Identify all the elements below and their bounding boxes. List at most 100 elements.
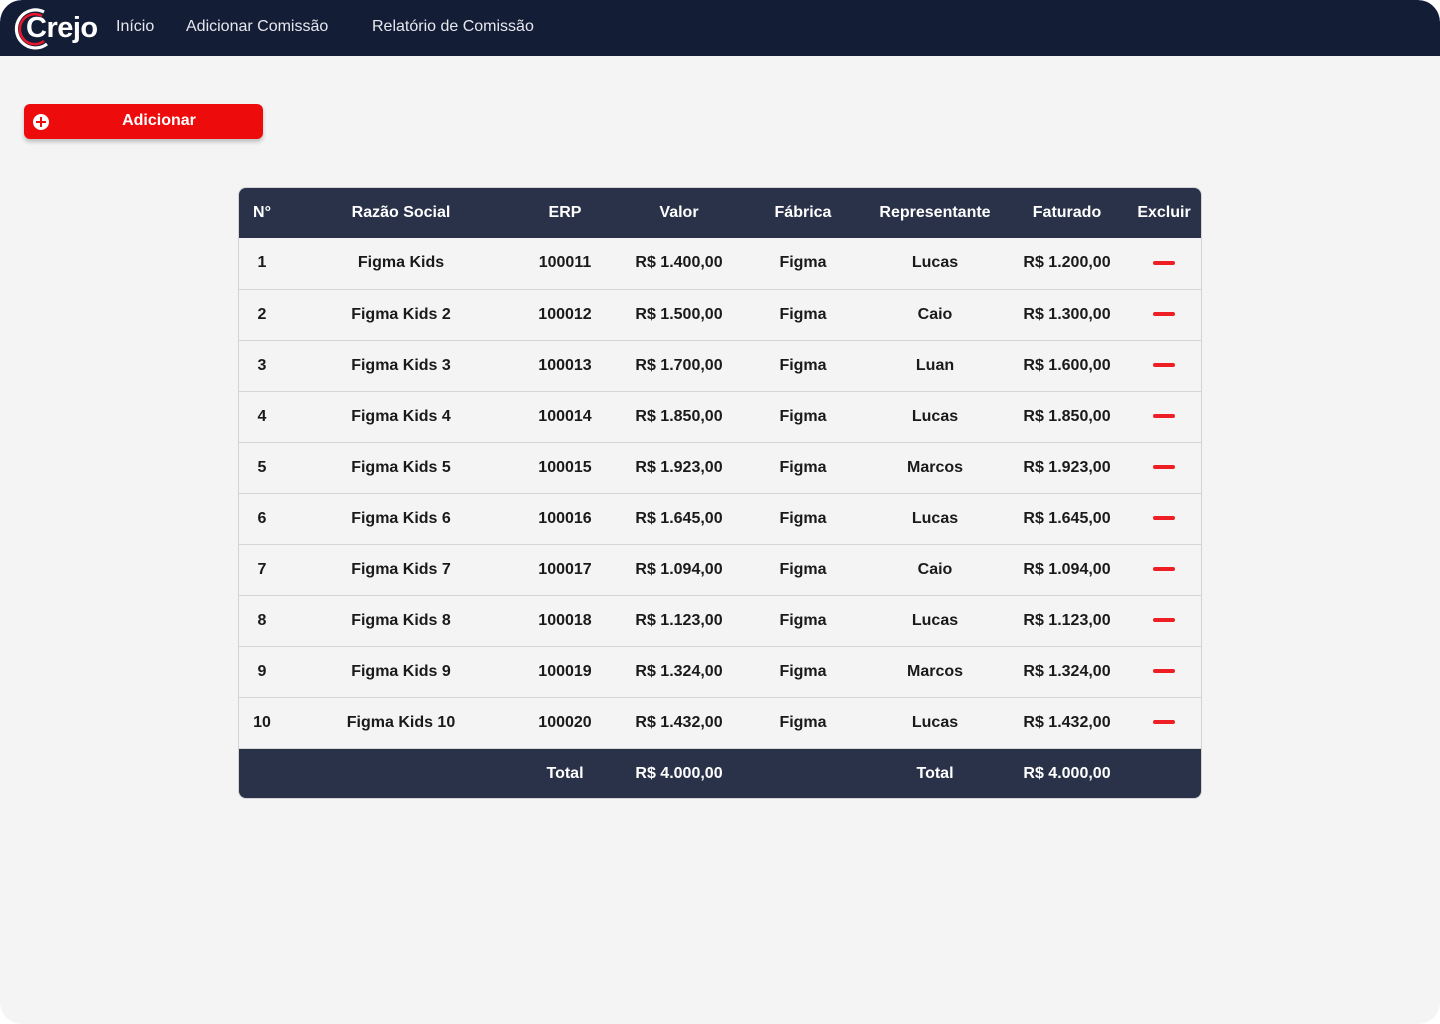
header-fabrica: Fábrica	[774, 204, 832, 221]
cell-representante: Luan	[915, 356, 955, 374]
footer-faturado-label: Total	[916, 764, 954, 782]
cell-numero: 3	[257, 356, 267, 374]
cell-representante: Marcos	[906, 458, 964, 476]
delete-row-minus-icon[interactable]	[1153, 312, 1175, 317]
brand-logo[interactable]: Crejo	[14, 6, 106, 50]
cell-numero: 9	[257, 662, 267, 680]
nav-item-adicionar-comissao[interactable]: Adicionar Comissão	[186, 18, 328, 36]
cell-excluir	[1125, 646, 1201, 697]
top-navbar: Crejo Início Adicionar Comissão Relatóri…	[0, 0, 1440, 56]
cell-excluir	[1125, 340, 1201, 391]
table-row: 5 Figma Kids 5 100015 R$ 1.923,00 Figma Marco…	[239, 442, 1201, 493]
table-row: 4 Figma Kids 4 100014 R$ 1.850,00 Figma Lucas…	[239, 391, 1201, 442]
cell-representante: Lucas	[911, 254, 959, 272]
cell-razao-social: Figma Kids 7	[351, 560, 451, 578]
footer-valor-label: Total	[546, 764, 584, 782]
cell-razao-social: Figma Kids 3	[351, 356, 451, 374]
cell-fabrica: Figma	[779, 407, 827, 425]
footer-empty	[285, 748, 517, 798]
cell-faturado: R$ 1.600,00	[1023, 356, 1111, 374]
cell-fabrica: Figma	[779, 560, 827, 578]
nav-item-inicio[interactable]: Início	[116, 18, 154, 36]
table-row: 9 Figma Kids 9 100019 R$ 1.324,00 Figma Marco…	[239, 646, 1201, 697]
cell-erp: 100016	[538, 509, 592, 527]
cell-valor: R$ 1.500,00	[635, 305, 723, 323]
cell-erp: 100020	[538, 713, 592, 731]
cell-fabrica: Figma	[779, 356, 827, 374]
delete-row-minus-icon[interactable]	[1153, 516, 1175, 521]
cell-valor: R$ 1.432,00	[635, 713, 723, 731]
header-numero: N°	[253, 204, 271, 221]
footer-empty	[745, 748, 861, 798]
cell-erp: 100018	[538, 611, 592, 629]
cell-numero: 1	[257, 254, 267, 272]
cell-faturado: R$ 1.123,00	[1023, 611, 1111, 629]
cell-erp: 100019	[538, 662, 592, 680]
cell-fabrica: Figma	[779, 713, 827, 731]
header-excluir: Excluir	[1137, 204, 1191, 221]
delete-row-minus-icon[interactable]	[1153, 618, 1175, 623]
cell-razao-social: Figma Kids 2	[351, 305, 451, 323]
table-row: 6 Figma Kids 6 100016 R$ 1.645,00 Figma Lucas…	[239, 493, 1201, 544]
footer-empty	[1125, 748, 1201, 798]
cell-representante: Caio	[917, 560, 953, 578]
footer-empty	[239, 748, 285, 798]
cell-excluir	[1125, 289, 1201, 340]
table-row: 8 Figma Kids 8 100018 R$ 1.123,00 Figma Lucas…	[239, 595, 1201, 646]
cell-valor: R$ 1.324,00	[635, 662, 723, 680]
header-razao-social: Razão Social	[351, 204, 451, 221]
cell-faturado: R$ 1.300,00	[1023, 305, 1111, 323]
commission-table-container: N° Razão Social ERP Valor Fábrica Repres…	[238, 187, 1202, 799]
cell-erp: 100013	[538, 356, 592, 374]
cell-excluir	[1125, 391, 1201, 442]
header-erp: ERP	[548, 204, 582, 221]
cell-valor: R$ 1.923,00	[635, 458, 723, 476]
cell-fabrica: Figma	[779, 458, 827, 476]
delete-row-minus-icon[interactable]	[1153, 567, 1175, 572]
table-row: 7 Figma Kids 7 100017 R$ 1.094,00 Figma Caio R…	[239, 544, 1201, 595]
header-faturado: Faturado	[1032, 204, 1102, 221]
cell-excluir	[1125, 442, 1201, 493]
brand-name: Crejo	[26, 12, 98, 44]
cell-valor: R$ 1.094,00	[635, 560, 723, 578]
table-row: 10 Figma Kids 10 100020 R$ 1.432,00 Figma Luc…	[239, 697, 1201, 748]
cell-erp: 100012	[538, 305, 592, 323]
cell-numero: 5	[257, 458, 267, 476]
table-body: 1 Figma Kids 100011 R$ 1.400,00 Figma Lucas R$…	[239, 238, 1201, 748]
delete-row-minus-icon[interactable]	[1153, 720, 1175, 725]
cell-erp: 100015	[538, 458, 592, 476]
cell-representante: Lucas	[911, 611, 959, 629]
commission-table: N° Razão Social ERP Valor Fábrica Repres…	[239, 188, 1201, 798]
add-button[interactable]: Adicionar	[24, 104, 263, 139]
cell-representante: Lucas	[911, 407, 959, 425]
cell-faturado: R$ 1.094,00	[1023, 560, 1111, 578]
cell-excluir	[1125, 493, 1201, 544]
header-representante: Representante	[879, 204, 991, 221]
cell-valor: R$ 1.700,00	[635, 356, 723, 374]
cell-faturado: R$ 1.432,00	[1023, 713, 1111, 731]
delete-row-minus-icon[interactable]	[1153, 261, 1175, 266]
delete-row-minus-icon[interactable]	[1153, 414, 1175, 419]
cell-fabrica: Figma	[779, 611, 827, 629]
app-window: Crejo Início Adicionar Comissão Relatóri…	[0, 0, 1440, 1024]
cell-razao-social: Figma Kids 8	[351, 611, 451, 629]
nav-item-relatorio-comissao[interactable]: Relatório de Comissão	[372, 18, 534, 36]
cell-razao-social: Figma Kids 9	[351, 662, 451, 680]
cell-razao-social: Figma Kids 4	[351, 407, 451, 425]
delete-row-minus-icon[interactable]	[1153, 669, 1175, 674]
cell-excluir	[1125, 595, 1201, 646]
cell-excluir	[1125, 697, 1201, 748]
cell-fabrica: Figma	[779, 662, 827, 680]
cell-numero: 10	[253, 713, 271, 731]
table-footer-row: Total R$ 4.000,00 Total R$ 4.000,00	[239, 748, 1201, 798]
cell-representante: Caio	[917, 305, 953, 323]
footer-valor-total: R$ 4.000,00	[635, 764, 723, 782]
cell-fabrica: Figma	[779, 509, 827, 527]
cell-numero: 7	[257, 560, 267, 578]
delete-row-minus-icon[interactable]	[1153, 363, 1175, 368]
delete-row-minus-icon[interactable]	[1153, 465, 1175, 470]
cell-valor: R$ 1.400,00	[635, 254, 723, 272]
cell-excluir	[1125, 544, 1201, 595]
cell-valor: R$ 1.850,00	[635, 407, 723, 425]
cell-razao-social: Figma Kids	[357, 254, 445, 272]
